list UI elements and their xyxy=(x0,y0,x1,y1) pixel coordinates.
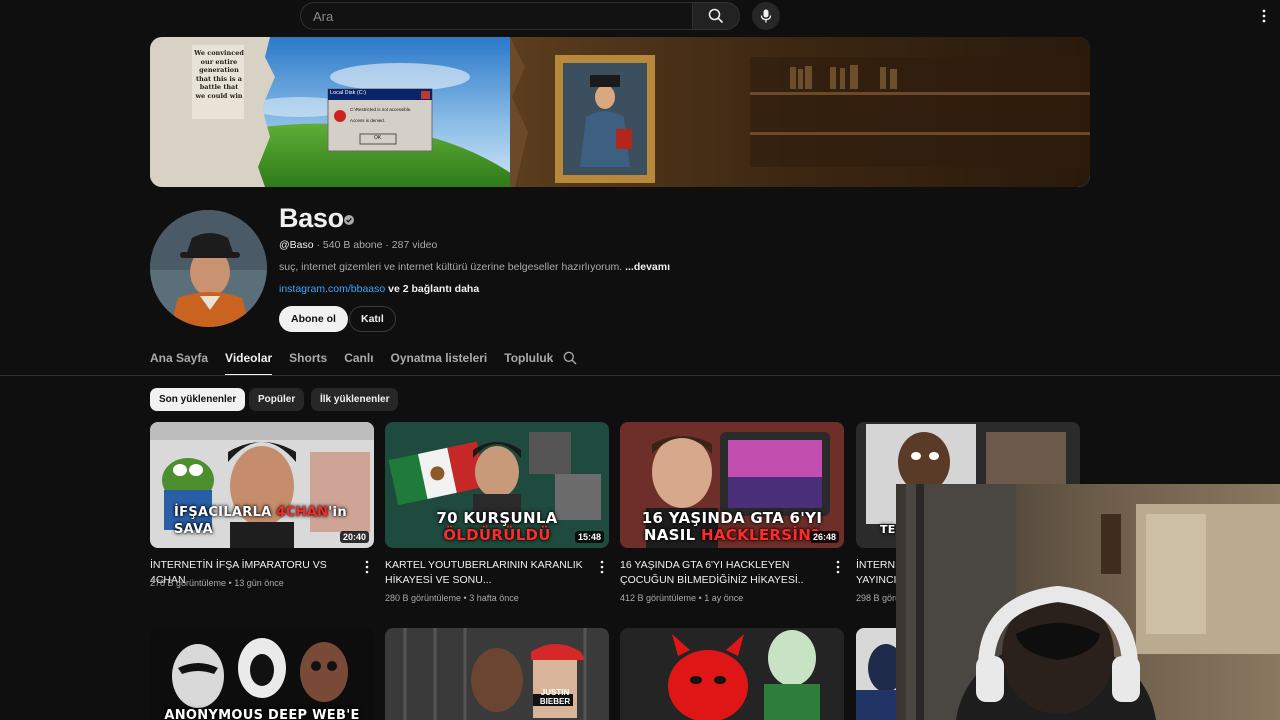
join-button[interactable]: Katıl xyxy=(349,306,396,332)
dialog-ok: OK xyxy=(374,135,382,141)
channel-description[interactable]: suç, internet gizemleri ve internet kült… xyxy=(279,261,670,273)
more-vert-icon xyxy=(1262,9,1266,23)
microphone-icon xyxy=(760,9,772,23)
description-more[interactable]: ...devamı xyxy=(625,261,670,273)
voice-search-button[interactable] xyxy=(752,2,780,30)
video-menu-icon[interactable] xyxy=(363,560,371,574)
video-duration: 15:48 xyxy=(574,531,604,543)
video-meta-1: 278 B görüntüleme • 13 gün önce xyxy=(150,578,284,588)
instagram-link[interactable]: instagram.com/bbaaso xyxy=(279,283,385,295)
video-thumbnail-1[interactable]: İFŞACILARLA 4CHAN'in SAVA 20:40 xyxy=(150,422,374,548)
channel-tabs: Ana Sayfa Videolar Shorts Canlı Oynatma … xyxy=(150,344,570,376)
tab-videos[interactable]: Videolar xyxy=(225,344,273,376)
chip-oldest[interactable]: İlk yüklenenler xyxy=(311,388,399,411)
verified-badge-icon xyxy=(344,215,354,225)
settings-menu-button[interactable] xyxy=(1256,6,1272,26)
channel-banner: We convinced our entire generation that th… xyxy=(150,37,1090,187)
video-thumbnail-6[interactable]: JUSTIN BIEBER xyxy=(385,628,609,720)
video-thumbnail-7[interactable] xyxy=(620,628,844,720)
tab-shorts[interactable]: Shorts xyxy=(289,344,327,376)
channel-search-icon[interactable] xyxy=(563,351,577,365)
more-links[interactable]: ve 2 bağlantı daha xyxy=(385,283,479,295)
search-button[interactable] xyxy=(692,2,740,30)
tab-community[interactable]: Topluluk xyxy=(504,344,553,376)
video-menu-icon[interactable] xyxy=(598,560,606,574)
channel-meta: @Baso · 540 B abone · 287 video xyxy=(279,239,437,251)
webcam-overlay xyxy=(896,484,1280,720)
banner-newspaper-text: We convinced our entire generation that th… xyxy=(194,49,244,100)
search-input[interactable] xyxy=(301,3,692,29)
video-meta-2: 280 B görüntüleme • 3 hafta önce xyxy=(385,593,519,603)
video-meta-3: 412 B görüntüleme • 1 ay önce xyxy=(620,593,744,603)
thumbnail-caption: ANONYMOUS DEEP WEB'E xyxy=(164,708,360,720)
video-thumbnail-5[interactable]: ANONYMOUS DEEP WEB'E xyxy=(150,628,374,720)
dialog-submessage: Access is denied. xyxy=(350,118,386,123)
video-title-4[interactable]: İNTERNEYAYINCIS xyxy=(856,558,896,588)
channel-name: Baso xyxy=(279,203,344,233)
video-menu-icon[interactable] xyxy=(834,560,842,574)
video-thumbnail-8[interactable] xyxy=(856,628,896,720)
search-icon xyxy=(708,8,724,24)
thumbnail-label: JUSTIN BIEBER xyxy=(539,688,571,706)
channel-handle: @Baso xyxy=(279,239,314,251)
search-box[interactable] xyxy=(300,2,692,30)
tabs-divider xyxy=(0,375,1280,376)
channel-avatar[interactable] xyxy=(150,210,267,327)
video-title-3[interactable]: 16 YAŞINDA GTA 6'YI HACKLEYEN ÇOCUĞUN Bİ… xyxy=(620,558,824,588)
chip-popular[interactable]: Popüler xyxy=(249,388,305,411)
description-text: suç, internet gizemleri ve internet kült… xyxy=(279,261,626,273)
video-thumbnail-3[interactable]: 16 YAŞINDA GTA 6'YI NASIL HACKLERSİN? 26:… xyxy=(620,422,844,548)
dialog-message: C:\Restricted is not accessible. xyxy=(350,107,412,112)
subscribe-button[interactable]: Abone ol xyxy=(279,306,348,332)
banner-artwork xyxy=(150,37,1090,187)
chip-latest[interactable]: Son yüklenenler xyxy=(150,388,246,411)
video-title-2[interactable]: KARTEL YOUTUBERLARININ KARANLIK HİKAYESİ… xyxy=(385,558,589,588)
channel-stats: · 540 B abone · 287 video xyxy=(313,239,438,251)
tab-playlists[interactable]: Oynatma listeleri xyxy=(391,344,488,376)
dialog-title: Local Disk (C:) xyxy=(330,90,367,96)
tab-home[interactable]: Ana Sayfa xyxy=(150,344,208,376)
video-thumbnail-2[interactable]: 70 KURŞUNLA ÖLDÜRÜLDÜ 15:48 xyxy=(385,422,609,548)
video-duration: 20:40 xyxy=(339,531,369,543)
tab-live[interactable]: Canlı xyxy=(344,344,373,376)
video-duration: 26:48 xyxy=(809,531,839,543)
channel-links: instagram.com/bbaaso ve 2 bağlantı daha xyxy=(279,283,479,295)
